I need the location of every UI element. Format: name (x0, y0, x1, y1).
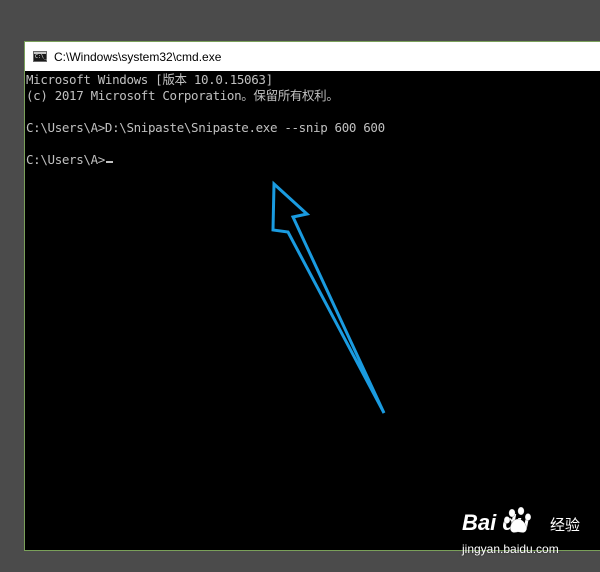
watermark-cn-text: 经验 (550, 516, 581, 534)
watermark-url: jingyan.baidu.com (462, 542, 559, 556)
baidu-paw-icon (503, 506, 532, 533)
annotation-arrow-shape (271, 180, 386, 414)
desktop-background: C:\_ C:\Windows\system32\cmd.exe Microso… (0, 0, 600, 572)
annotation-arrow-icon (271, 180, 386, 414)
baidu-watermark: Bai du 经验 jingyan.baidu.com (462, 500, 600, 572)
